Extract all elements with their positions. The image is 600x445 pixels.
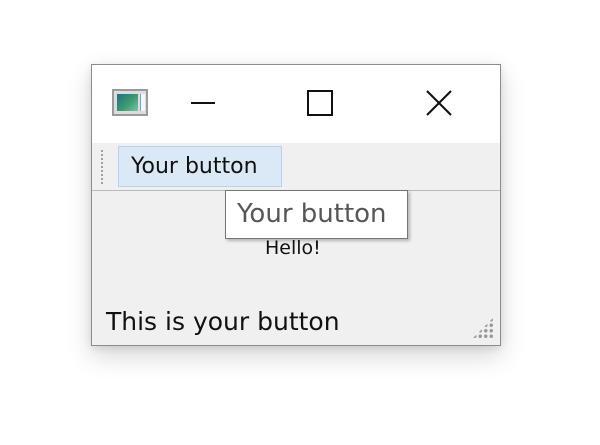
maximize-icon	[307, 90, 333, 116]
minimize-button[interactable]	[178, 83, 228, 123]
status-bar-text: This is your button	[106, 307, 340, 336]
toolbar-grip-icon[interactable]	[100, 149, 104, 185]
minimize-icon	[191, 102, 215, 104]
desktop-stage: Your button Hello! This is your button Y…	[0, 0, 600, 445]
app-icon-sidebar	[140, 94, 145, 111]
toolbar: Your button	[92, 143, 500, 191]
maximize-button[interactable]	[295, 83, 345, 123]
app-icon-pane	[117, 94, 138, 111]
hello-label: Hello!	[265, 237, 321, 259]
title-bar[interactable]	[92, 65, 500, 143]
size-grip-icon[interactable]	[472, 317, 494, 339]
close-button[interactable]	[414, 83, 464, 123]
your-button[interactable]: Your button	[118, 146, 282, 187]
your-button-label: Your button	[131, 154, 258, 179]
tooltip: Your button	[225, 190, 408, 239]
tooltip-text: Your button	[237, 199, 387, 229]
close-icon	[426, 90, 452, 116]
app-window-icon[interactable]	[112, 89, 148, 116]
